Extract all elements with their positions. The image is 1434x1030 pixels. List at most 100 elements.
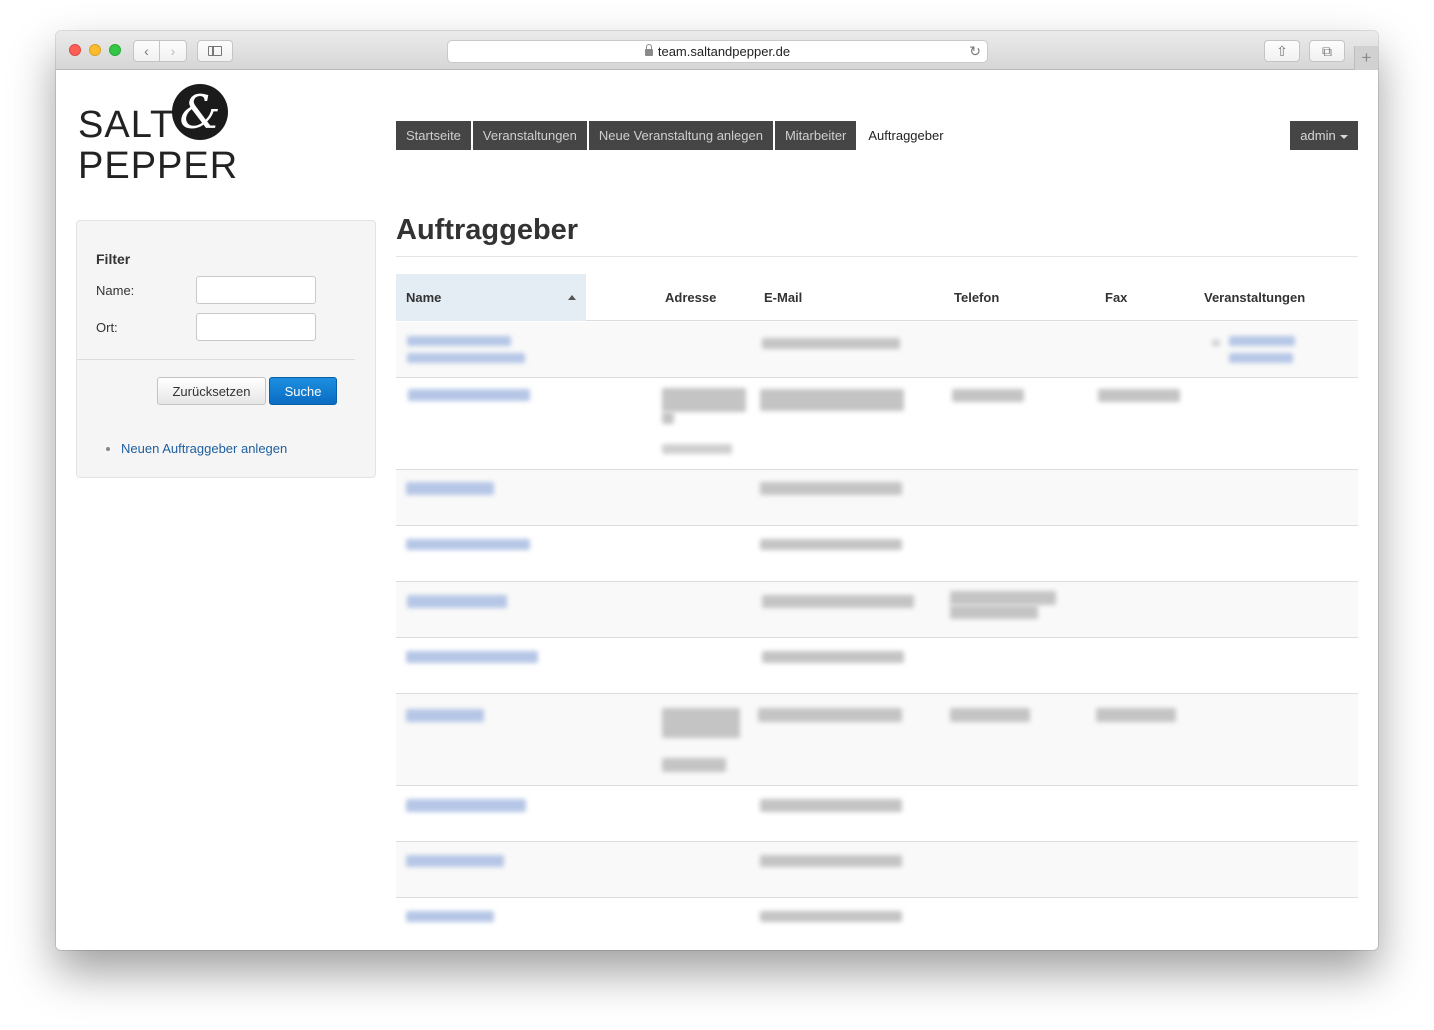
email-cell (762, 338, 900, 349)
client-name-link[interactable] (406, 911, 494, 922)
table-row (396, 786, 1358, 842)
table-row (396, 322, 1358, 378)
email-cell (760, 539, 902, 550)
client-name-link[interactable] (407, 595, 507, 608)
logo-salt-text: SALT (78, 104, 175, 146)
user-menu-button[interactable]: admin (1290, 121, 1358, 150)
lock-icon (644, 44, 653, 56)
table-row (396, 842, 1358, 898)
email-cell (760, 855, 902, 867)
table-row (396, 526, 1358, 582)
minimize-window-button[interactable] (89, 44, 101, 56)
list-bullet (1212, 340, 1220, 346)
salt-pepper-logo[interactable]: SALT & PEPPER (78, 84, 239, 187)
nav-item-neue-veranstaltung[interactable]: Neue Veranstaltung anlegen (588, 121, 773, 150)
email-cell (760, 389, 904, 411)
filter-panel: Filter Name: Ort: Zurücksetzen Suche Neu… (76, 220, 376, 478)
address-cell (662, 758, 726, 772)
reload-icon[interactable]: ↻ (969, 43, 981, 60)
new-client-link[interactable]: Neuen Auftraggeber anlegen (121, 441, 287, 456)
browser-toolbar: ‹ › team.saltandpepper.de ↻ ⇧ ⧉ + (56, 31, 1378, 70)
fax-cell (1096, 708, 1176, 722)
plus-icon: + (1361, 48, 1372, 67)
browser-window: ‹ › team.saltandpepper.de ↻ ⇧ ⧉ + SALT &… (56, 31, 1378, 950)
phone-cell (950, 605, 1038, 619)
email-cell (762, 651, 904, 663)
nav-item-auftraggeber[interactable]: Auftraggeber (858, 121, 953, 150)
web-page: SALT & PEPPER Startseite Veranstaltungen… (56, 70, 1378, 950)
caret-down-icon (1339, 134, 1348, 139)
client-name-link[interactable] (407, 336, 511, 346)
column-header-email[interactable]: E-Mail (764, 274, 802, 321)
address-cell (662, 388, 746, 412)
filter-title: Filter (96, 251, 131, 267)
email-cell (760, 482, 902, 495)
table-row (396, 898, 1358, 950)
client-name-link[interactable] (406, 799, 526, 812)
url-text: team.saltandpepper.de (657, 44, 791, 59)
table-row (396, 378, 1358, 470)
email-cell (762, 595, 914, 608)
table-row (396, 694, 1358, 786)
client-name-link[interactable] (407, 353, 525, 363)
table-row (396, 638, 1358, 694)
column-header-veranstaltungen[interactable]: Veranstaltungen (1204, 274, 1305, 321)
page-title: Auftraggeber (396, 214, 579, 246)
email-cell (758, 708, 902, 722)
chevron-left-icon: ‹ (144, 43, 149, 59)
phone-cell (950, 591, 1056, 605)
reset-button[interactable]: Zurücksetzen (157, 377, 266, 405)
filter-divider (77, 359, 355, 360)
client-name-link[interactable] (406, 709, 484, 722)
column-header-adresse[interactable]: Adresse (665, 274, 716, 321)
sidebar-icon (208, 46, 222, 56)
address-cell (662, 708, 740, 738)
nav-item-startseite[interactable]: Startseite (396, 121, 471, 150)
share-icon: ⇧ (1276, 43, 1288, 59)
address-bar[interactable]: team.saltandpepper.de ↻ (447, 40, 988, 63)
share-button[interactable]: ⇧ (1264, 40, 1300, 62)
column-header-telefon[interactable]: Telefon (954, 274, 999, 321)
event-link[interactable] (1229, 353, 1293, 363)
phone-cell (952, 389, 1024, 402)
close-window-button[interactable] (69, 44, 81, 56)
nav-item-mitarbeiter[interactable]: Mitarbeiter (774, 121, 857, 150)
address-cell (662, 444, 732, 454)
sidebar-toggle-button[interactable] (197, 40, 233, 62)
history-nav: ‹ › (133, 40, 187, 62)
search-button[interactable]: Suche (269, 377, 337, 405)
sort-ascending-icon (568, 295, 576, 300)
client-name-link[interactable] (408, 389, 530, 401)
title-divider (396, 256, 1358, 257)
list-bullet (106, 447, 110, 451)
phone-cell (950, 708, 1030, 722)
table-row (396, 582, 1358, 638)
column-header-name[interactable]: Name (396, 274, 586, 321)
client-name-link[interactable] (406, 651, 538, 663)
event-link[interactable] (1229, 336, 1295, 346)
column-header-fax[interactable]: Fax (1105, 274, 1127, 321)
nav-item-veranstaltungen[interactable]: Veranstaltungen (472, 121, 587, 150)
new-tab-button[interactable]: + (1354, 46, 1378, 70)
show-tabs-button[interactable]: ⧉ (1309, 40, 1345, 62)
address-cell (662, 412, 674, 424)
chevron-right-icon: › (170, 43, 176, 59)
client-name-link[interactable] (406, 539, 530, 550)
name-label: Name: (96, 283, 135, 298)
table-row (396, 470, 1358, 526)
client-name-link[interactable] (406, 855, 504, 867)
logo-pepper-text: PEPPER (78, 145, 239, 187)
client-name-link[interactable] (406, 482, 494, 495)
logo-ampersand-badge: & (172, 84, 228, 140)
forward-button[interactable]: › (160, 40, 187, 62)
tabs-icon: ⧉ (1322, 43, 1332, 59)
email-cell (760, 911, 902, 922)
table-header: Name Adresse E-Mail Telefon Fax Veransta… (396, 274, 1358, 321)
fax-cell (1098, 389, 1180, 402)
zoom-window-button[interactable] (109, 44, 121, 56)
name-filter-input[interactable] (196, 276, 316, 304)
ort-label: Ort: (96, 320, 118, 335)
ort-filter-input[interactable] (196, 313, 316, 341)
back-button[interactable]: ‹ (133, 40, 160, 62)
user-menu-label: admin (1300, 128, 1336, 143)
